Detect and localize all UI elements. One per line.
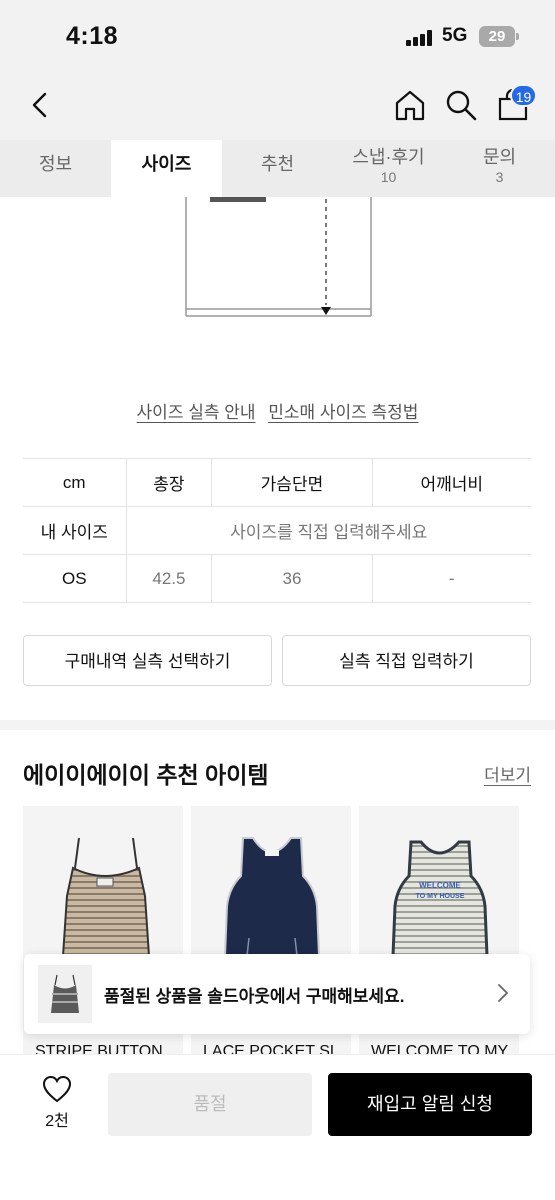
home-icon[interactable] xyxy=(393,88,427,122)
tab-size[interactable]: 사이즈 xyxy=(111,140,222,197)
battery-icon: 29 xyxy=(479,26,515,47)
table-header: cm xyxy=(23,458,126,507)
like-count: 2천 xyxy=(45,1113,69,1130)
like-button[interactable]: 2천 xyxy=(40,1075,74,1131)
heart-icon xyxy=(42,1075,72,1103)
my-size-input-prompt[interactable]: 사이즈를 직접 입력해주세요 xyxy=(125,506,531,555)
soldout-message: 품절된 상품을 솔드아웃에서 구매해보세요. xyxy=(104,987,405,1006)
size-name: OS xyxy=(23,554,126,603)
my-size-row: 내 사이즈 사이즈를 직접 입력해주세요 xyxy=(23,506,531,555)
chest-value: 36 xyxy=(211,554,373,603)
size-guide-links: 사이즈 실측 안내 민소매 사이즈 측정법 xyxy=(0,398,555,423)
size-guide-link[interactable]: 사이즈 실측 안내 xyxy=(137,403,256,422)
product-tabs: 정보 사이즈 추천 스냅·후기 10 문의 3 xyxy=(0,140,555,197)
status-time: 4:18 xyxy=(66,22,119,50)
size-diagram xyxy=(185,197,372,317)
table-header: 총장 xyxy=(125,458,212,507)
tab-count: 3 xyxy=(495,168,504,185)
tab-label: 추천 xyxy=(260,154,295,174)
banner-thumbnail xyxy=(38,965,92,1023)
back-arrow-icon[interactable] xyxy=(26,90,56,120)
recommend-title: 에이이에이이 추천 아이템 xyxy=(23,762,269,788)
bottom-action-bar: 2천 품절 재입고 알림 신청 xyxy=(0,1054,555,1200)
soldout-banner[interactable]: 품절된 상품을 솔드아웃에서 구매해보세요. xyxy=(24,954,530,1034)
direct-measure-input-button[interactable]: 실측 직접 입력하기 xyxy=(282,635,531,686)
tab-label: 스냅·후기 xyxy=(352,147,425,167)
chevron-right-icon xyxy=(498,984,508,1002)
print-text-2: TO MY HOUSE xyxy=(416,893,465,900)
see-more-link[interactable]: 더보기 xyxy=(484,761,531,786)
tab-label: 정보 xyxy=(38,154,73,174)
print-text-1: WELCOME xyxy=(419,881,461,890)
top-nav: 19 xyxy=(0,72,555,140)
tab-recommend[interactable]: 추천 xyxy=(222,140,333,197)
section-divider xyxy=(0,720,555,730)
search-icon[interactable] xyxy=(444,88,478,122)
shoulder-value: - xyxy=(371,554,531,603)
restock-alert-button[interactable]: 재입고 알림 신청 xyxy=(328,1073,532,1136)
table-row: OS 42.5 36 - xyxy=(23,554,531,603)
length-value: 42.5 xyxy=(125,554,212,603)
tab-info[interactable]: 정보 xyxy=(0,140,111,197)
status-bar: 4:18 5G 29 xyxy=(0,0,555,72)
table-header: 어깨너비 xyxy=(371,458,531,507)
soldout-button: 품절 xyxy=(108,1073,312,1136)
battery-tip xyxy=(516,33,519,40)
table-header: 가슴단면 xyxy=(211,458,373,507)
tab-inquiry[interactable]: 문의 3 xyxy=(444,140,555,197)
tab-snap-review[interactable]: 스냅·후기 10 xyxy=(333,140,444,197)
signal-icon xyxy=(406,30,434,46)
table-header-row: cm 총장 가슴단면 어깨너비 xyxy=(23,458,531,507)
network-type: 5G xyxy=(442,25,468,46)
tab-label: 사이즈 xyxy=(141,154,192,174)
purchase-history-measure-button[interactable]: 구매내역 실측 선택하기 xyxy=(23,635,272,686)
size-table: cm 총장 가슴단면 어깨너비 내 사이즈 사이즈를 직접 입력해주세요 OS … xyxy=(23,458,531,603)
sleeveless-measure-link[interactable]: 민소매 사이즈 측정법 xyxy=(268,403,418,422)
tab-count: 10 xyxy=(380,168,397,185)
measurement-buttons: 구매내역 실측 선택하기 실측 직접 입력하기 xyxy=(23,635,531,686)
cart-count-badge: 19 xyxy=(510,84,537,107)
tab-label: 문의 xyxy=(482,147,517,167)
my-size-label: 내 사이즈 xyxy=(23,506,126,555)
